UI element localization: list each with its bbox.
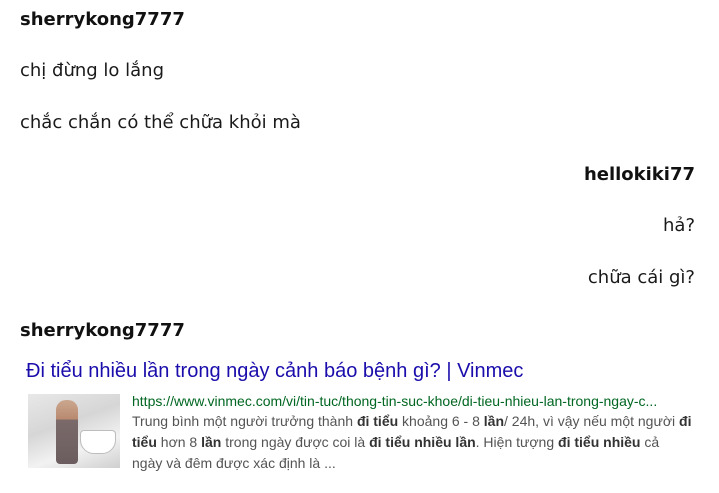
chat-message: chị đừng lo lắng (20, 60, 165, 81)
snippet-highlight: đi tiểu nhiều (558, 434, 641, 450)
search-result-snippet: Trung bình một người trưởng thành đi tiể… (132, 411, 692, 474)
chat-message: chắc chắn có thể chữa khỏi mà (20, 112, 301, 133)
search-result-title-link[interactable]: Đi tiểu nhiều lần trong ngày cảnh báo bệ… (26, 360, 523, 383)
snippet-text: / 24h, vì vậy nếu một người (504, 413, 680, 429)
chat-message: chữa cái gì? (587, 267, 695, 288)
snippet-highlight: lần (483, 413, 505, 429)
username-sherrykong7777: sherrykong7777 (20, 320, 185, 341)
username-hellokiki77: hellokiki77 (583, 164, 695, 185)
username-sherrykong7777: sherrykong7777 (20, 9, 185, 30)
snippet-text: hơn 8 (156, 434, 202, 450)
search-result-url[interactable]: https://www.vinmec.com/vi/tin-tuc/thong-… (132, 393, 657, 409)
search-result-thumbnail (28, 394, 120, 468)
snippet-text: Trung bình một người trưởng thành (132, 413, 357, 429)
thumbnail-toilet-shape (80, 430, 116, 454)
snippet-highlight: đi tiểu nhiều lần (369, 434, 476, 450)
snippet-text: trong ngày được coi là (221, 434, 370, 450)
snippet-text: . Hiện tượng (475, 434, 559, 450)
chat-message: hả? (663, 215, 695, 236)
snippet-highlight: lần (201, 434, 222, 450)
thumbnail-person-figure (56, 400, 78, 464)
snippet-text: khoảng 6 - 8 (398, 413, 484, 429)
search-result-card[interactable]: Đi tiểu nhiều lần trong ngày cảnh báo bệ… (24, 360, 696, 478)
snippet-highlight: đi tiểu (356, 413, 399, 429)
